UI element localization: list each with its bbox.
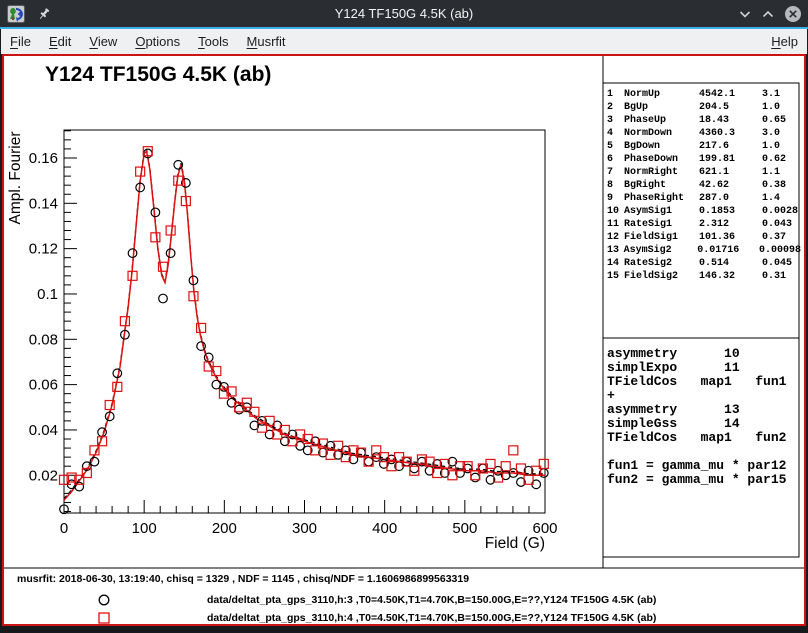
svg-text:600: 600 xyxy=(532,520,557,537)
svg-text:0.14: 0.14 xyxy=(29,195,58,212)
menu-item-edit[interactable]: Edit xyxy=(40,29,80,54)
data-point-square xyxy=(113,382,122,391)
data-point-circle xyxy=(159,294,168,303)
data-points xyxy=(60,147,549,514)
y-axis-title: Ampl. Fourier xyxy=(7,131,24,224)
menu-item-help[interactable]: Help xyxy=(762,29,807,54)
minimize-button[interactable] xyxy=(738,7,752,21)
data-point-circle xyxy=(75,482,84,491)
legend-square-marker xyxy=(99,613,109,623)
data-point-circle xyxy=(98,428,107,437)
svg-text:0: 0 xyxy=(60,520,68,537)
root-canvas: Y124 TF150G 4.5K (ab) Ampl. Fourier Fiel… xyxy=(2,54,806,626)
maximize-button[interactable] xyxy=(761,7,775,21)
application-window: Y124 TF150G 4.5K (ab) FileEditViewOption… xyxy=(0,0,808,633)
svg-text:200: 200 xyxy=(212,520,237,537)
menu-item-options[interactable]: Options xyxy=(126,29,189,54)
svg-text:0.12: 0.12 xyxy=(29,241,58,258)
axes-ticks: 0 100 200 300 400 500 600 0.02 0.04 0.06 0.08 0.1 0.… xyxy=(29,131,558,537)
data-point-square xyxy=(136,167,145,176)
legend-circle-marker xyxy=(99,595,109,605)
menu-item-musrfit[interactable]: Musrfit xyxy=(238,29,295,54)
svg-text:500: 500 xyxy=(452,520,477,537)
svg-text:0.08: 0.08 xyxy=(29,331,58,348)
svg-text:0.1: 0.1 xyxy=(37,286,58,303)
svg-text:100: 100 xyxy=(132,520,157,537)
window-title: Y124 TF150G 4.5K (ab) xyxy=(0,6,808,21)
titlebar: Y124 TF150G 4.5K (ab) xyxy=(0,0,808,27)
plot-title: Y124 TF150G 4.5K (ab) xyxy=(45,63,271,86)
theory-box xyxy=(603,338,799,557)
data-point-circle xyxy=(128,249,137,258)
pin-icon[interactable] xyxy=(37,7,51,21)
menu-item-file[interactable]: File xyxy=(1,29,40,54)
svg-text:400: 400 xyxy=(372,520,397,537)
close-button[interactable] xyxy=(784,5,802,23)
data-point-square xyxy=(120,317,129,326)
x-axis-title: Field (G) xyxy=(485,535,545,552)
svg-text:0.04: 0.04 xyxy=(29,422,58,439)
parameter-box xyxy=(603,83,799,338)
data-point-circle xyxy=(204,353,213,362)
svg-text:300: 300 xyxy=(292,520,317,537)
app-icon[interactable] xyxy=(7,5,25,23)
data-point-circle xyxy=(151,208,160,217)
fourier-plot: Y124 TF150G 4.5K (ab) Ampl. Fourier Fiel… xyxy=(4,56,804,624)
menu-item-tools[interactable]: Tools xyxy=(189,29,237,54)
data-point-circle xyxy=(471,473,480,482)
data-point-square xyxy=(151,233,160,242)
menubar: FileEditViewOptionsToolsMusrfit Help xyxy=(1,29,807,54)
data-point-square xyxy=(166,226,175,235)
data-point-circle xyxy=(166,249,175,258)
svg-text:0.06: 0.06 xyxy=(29,377,58,394)
data-point-square xyxy=(509,446,518,455)
svg-text:0.16: 0.16 xyxy=(29,150,58,167)
menu-item-view[interactable]: View xyxy=(80,29,126,54)
svg-text:0.02: 0.02 xyxy=(29,467,58,484)
